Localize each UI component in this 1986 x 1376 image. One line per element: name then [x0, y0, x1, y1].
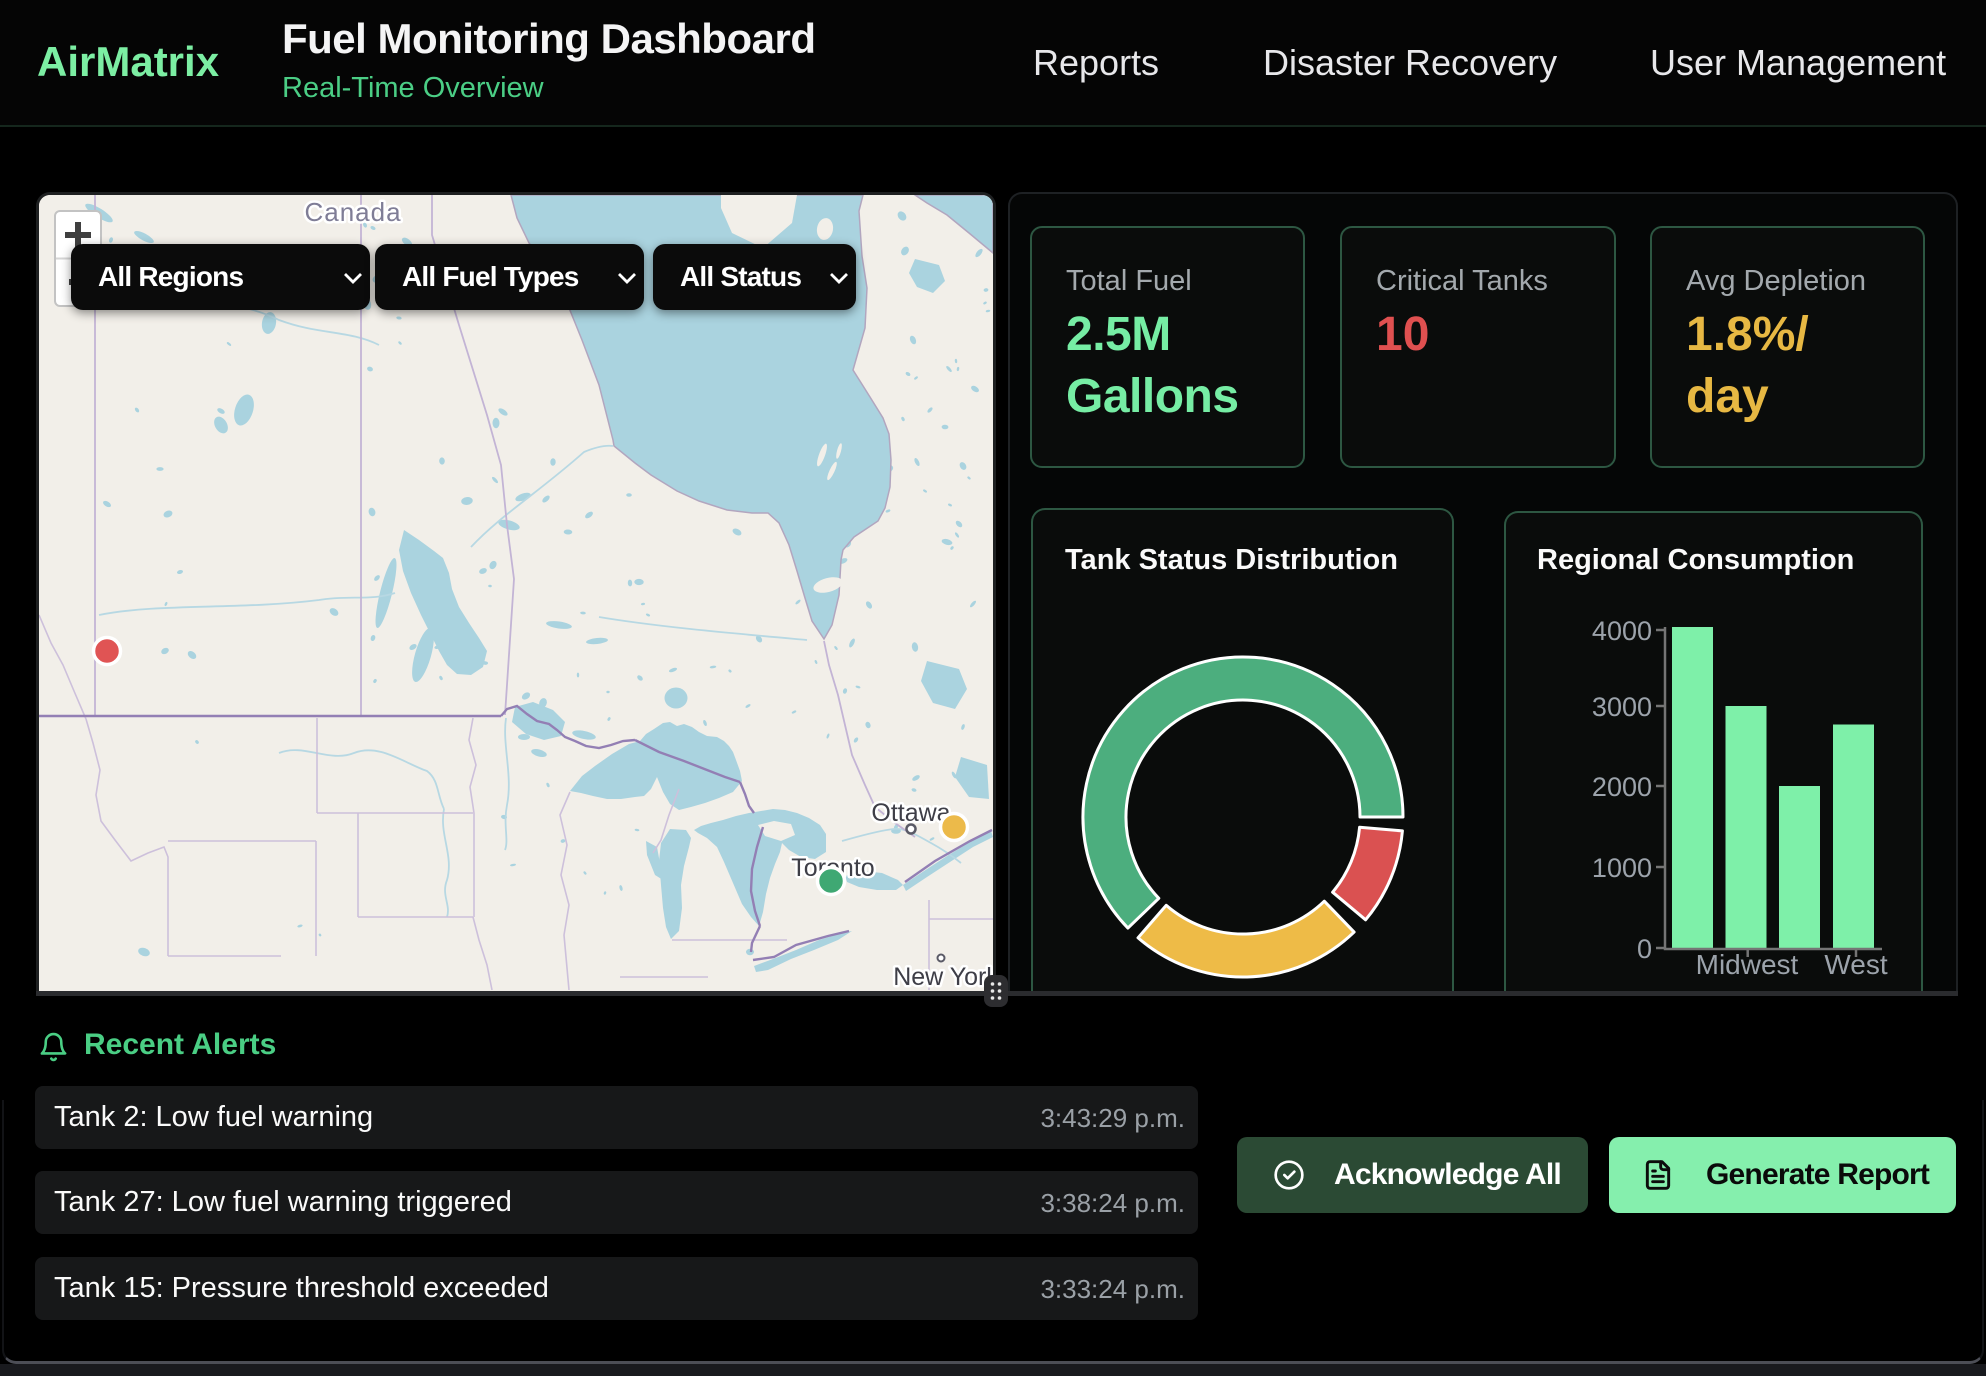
svg-text:4000: 4000 [1592, 616, 1652, 646]
svg-text:2000: 2000 [1592, 772, 1652, 802]
svg-text:0: 0 [1637, 934, 1652, 964]
svg-text:Ottawa: Ottawa [871, 799, 950, 827]
svg-text:Midwest: Midwest [1696, 949, 1799, 980]
svg-text:3000: 3000 [1592, 692, 1652, 722]
svg-text:West: West [1824, 949, 1887, 980]
svg-text:New York: New York [893, 963, 993, 990]
svg-text:1000: 1000 [1592, 853, 1652, 883]
svg-text:Canada: Canada [304, 197, 401, 227]
